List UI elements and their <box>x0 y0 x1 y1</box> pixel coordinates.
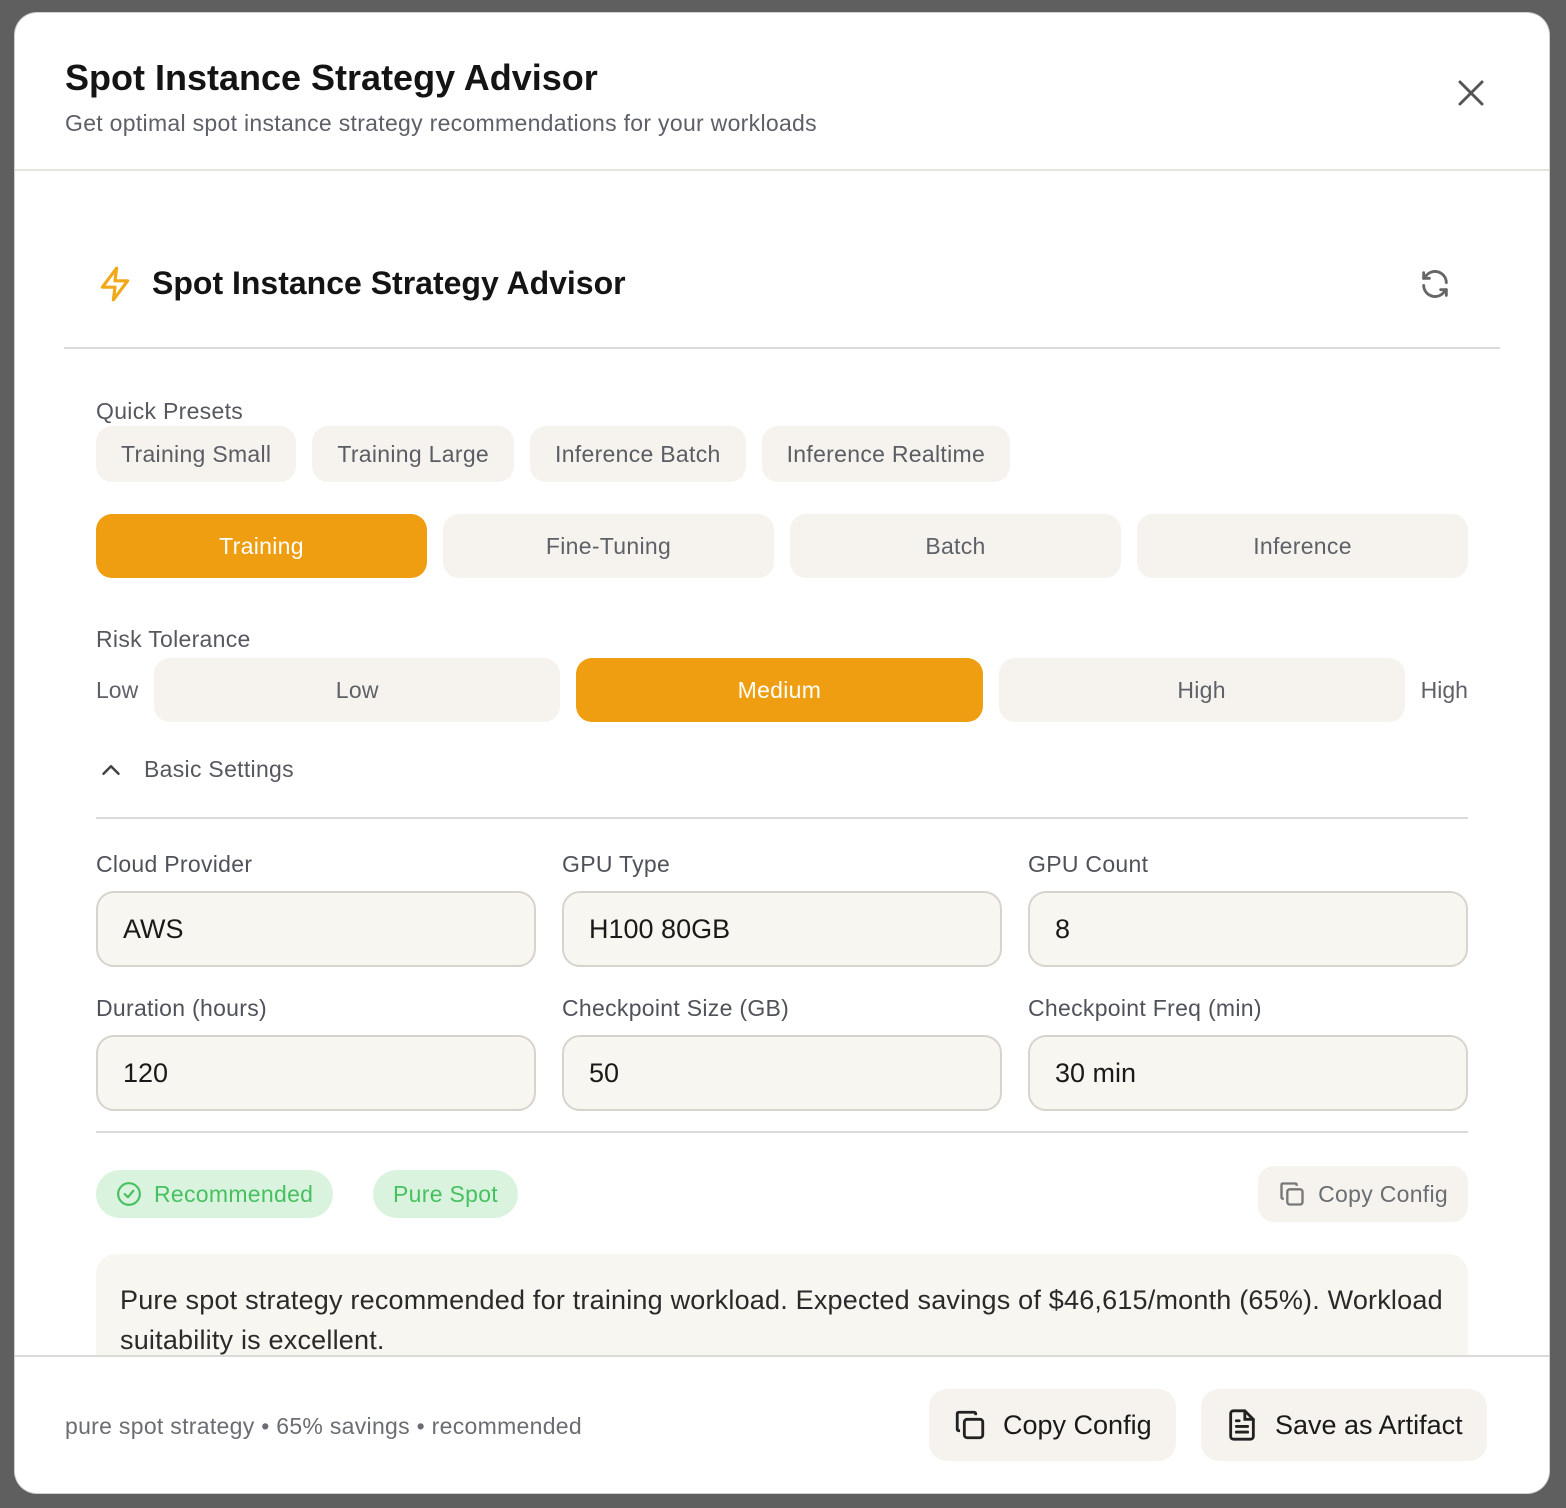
recommended-badge: Recommended <box>96 1170 334 1218</box>
recommended-badge-label: Recommended <box>154 1180 314 1207</box>
footer-status-text: pure spot strategy • 65% savings • recom… <box>65 1413 582 1439</box>
gpu-count-field: GPU Count 8 <box>1028 851 1468 967</box>
risk-low-button[interactable]: Low <box>154 658 561 722</box>
checkpoint-freq-label: Checkpoint Freq (min) <box>1028 995 1262 1021</box>
dialog-footer: pure spot strategy • 65% savings • recom… <box>15 1355 1549 1493</box>
copy-config-label: Copy Config <box>1318 1180 1448 1207</box>
bolt-icon <box>100 266 130 302</box>
checkpoint-freq-field: Checkpoint Freq (min) 30 min <box>1028 995 1468 1111</box>
risk-medium-button[interactable]: Medium <box>576 658 983 722</box>
risk-tolerance-selector: Low Low Medium High High <box>96 658 1468 722</box>
gpu-count-input[interactable]: 8 <box>1028 891 1468 967</box>
checkpoint-size-input[interactable]: 50 <box>562 1035 1002 1111</box>
risk-tolerance-label: Risk Tolerance <box>96 626 251 652</box>
close-icon <box>1458 80 1484 106</box>
cloud-provider-field: Cloud Provider AWS <box>96 851 536 967</box>
panel-header: Spot Instance Strategy Advisor <box>64 173 1500 349</box>
duration-label: Duration (hours) <box>96 995 267 1021</box>
workload-inference-button[interactable]: Inference <box>1137 514 1468 578</box>
dialog-title: Spot Instance Strategy Advisor <box>65 57 598 98</box>
strategy-advisor-dialog: Spot Instance Strategy Advisor Get optim… <box>15 13 1549 1493</box>
close-button[interactable] <box>1453 75 1489 111</box>
dialog-header: Spot Instance Strategy Advisor Get optim… <box>15 13 1549 171</box>
preset-inference-realtime[interactable]: Inference Realtime <box>761 426 1011 482</box>
copy-icon <box>1280 1182 1304 1206</box>
risk-high-end-label: High <box>1420 676 1468 703</box>
workload-batch-button[interactable]: Batch <box>790 514 1121 578</box>
section-divider <box>96 1131 1468 1133</box>
refresh-icon[interactable] <box>1418 267 1452 301</box>
preset-inference-batch[interactable]: Inference Batch <box>530 426 746 482</box>
checkpoint-freq-select[interactable]: 30 min <box>1028 1035 1468 1111</box>
cloud-provider-select[interactable]: AWS <box>96 891 536 967</box>
footer-copy-config-label: Copy Config <box>1003 1409 1152 1440</box>
gpu-type-select[interactable]: H100 80GB <box>562 891 1002 967</box>
risk-high-button[interactable]: High <box>998 658 1405 722</box>
footer-copy-config-button[interactable]: Copy Config <box>929 1389 1176 1461</box>
gpu-type-label: GPU Type <box>562 851 671 877</box>
copy-icon <box>955 1410 985 1440</box>
preset-training-small[interactable]: Training Small <box>96 426 297 482</box>
check-circle-icon <box>117 1182 141 1206</box>
gpu-type-field: GPU Type H100 80GB <box>562 851 1002 967</box>
workload-training-button[interactable]: Training <box>96 514 427 578</box>
basic-settings-toggle[interactable]: Basic Settings <box>96 753 1468 819</box>
save-artifact-label: Save as Artifact <box>1275 1409 1463 1440</box>
workload-type-selector: Training Fine-Tuning Batch Inference <box>96 514 1468 578</box>
risk-low-end-label: Low <box>96 676 139 703</box>
save-artifact-button[interactable]: Save as Artifact <box>1201 1389 1487 1461</box>
gpu-count-label: GPU Count <box>1028 851 1149 877</box>
checkpoint-size-label: Checkpoint Size (GB) <box>562 995 790 1021</box>
chevron-up-icon <box>102 765 120 775</box>
panel-title: Spot Instance Strategy Advisor <box>152 265 626 301</box>
preset-training-large[interactable]: Training Large <box>312 426 514 482</box>
recommendation-summary: Pure spot strategy recommended for train… <box>96 1254 1468 1355</box>
checkpoint-size-field: Checkpoint Size (GB) 50 <box>562 995 1002 1111</box>
copy-config-button[interactable]: Copy Config <box>1258 1166 1468 1222</box>
quick-presets-label: Quick Presets <box>96 398 244 424</box>
dialog-body[interactable]: Spot Instance Strategy Advisor Quick Pre… <box>15 173 1549 1355</box>
duration-field: Duration (hours) 120 <box>96 995 536 1111</box>
strategy-badge: Pure Spot <box>373 1170 518 1218</box>
duration-input[interactable]: 120 <box>96 1035 536 1111</box>
dialog-subtitle: Get optimal spot instance strategy recom… <box>65 110 817 136</box>
workload-fine-tuning-button[interactable]: Fine-Tuning <box>443 514 774 578</box>
preset-list: Training Small Training Large Inference … <box>96 426 1011 482</box>
basic-settings-label: Basic Settings <box>144 756 294 782</box>
cloud-provider-label: Cloud Provider <box>96 851 253 877</box>
document-icon <box>1229 1409 1255 1441</box>
